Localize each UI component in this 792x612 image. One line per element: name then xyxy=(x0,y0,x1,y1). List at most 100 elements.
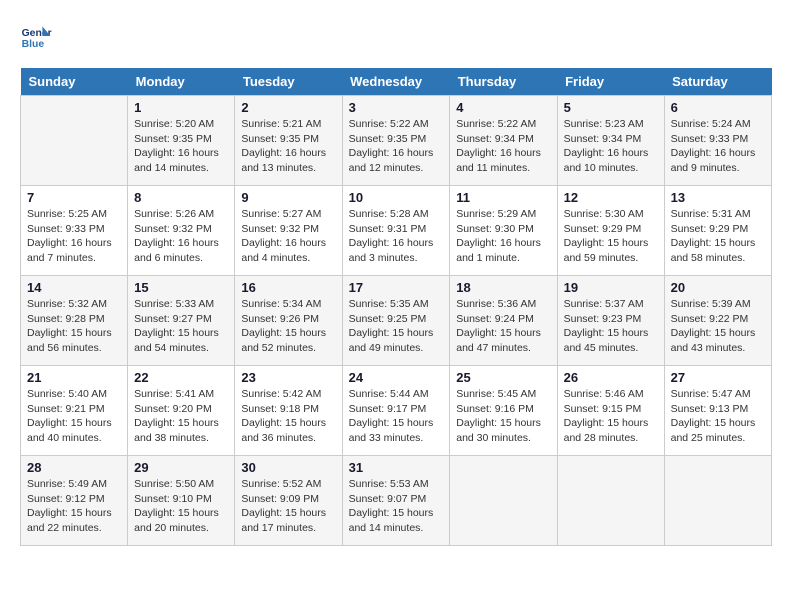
day-number: 27 xyxy=(671,370,765,385)
day-info: Sunrise: 5:22 AM Sunset: 9:35 PM Dayligh… xyxy=(349,117,444,176)
day-number: 22 xyxy=(134,370,228,385)
calendar-cell: 7Sunrise: 5:25 AM Sunset: 9:33 PM Daylig… xyxy=(21,186,128,276)
calendar-cell: 9 Sunrise: 5:27 AM Sunset: 9:32 PM Daylig… xyxy=(235,186,342,276)
day-info: Sunrise: 5:45 AM Sunset: 9:16 PM Dayligh… xyxy=(456,387,550,446)
calendar-week-row: 28Sunrise: 5:49 AM Sunset: 9:12 PM Dayli… xyxy=(21,456,772,546)
day-info: Sunrise: 5:23 AM Sunset: 9:34 PM Dayligh… xyxy=(564,117,658,176)
calendar-cell: 5 Sunrise: 5:23 AM Sunset: 9:34 PM Daylig… xyxy=(557,96,664,186)
calendar-cell: 22Sunrise: 5:41 AM Sunset: 9:20 PM Dayli… xyxy=(128,366,235,456)
day-number: 28 xyxy=(27,460,121,475)
day-info: Sunrise: 5:34 AM Sunset: 9:26 PM Dayligh… xyxy=(241,297,335,356)
calendar-cell: 11 Sunrise: 5:29 AM Sunset: 9:30 PM Dayli… xyxy=(450,186,557,276)
day-number: 2 xyxy=(241,100,335,115)
day-number: 25 xyxy=(456,370,550,385)
calendar-cell: 21 Sunrise: 5:40 AM Sunset: 9:21 PM Dayli… xyxy=(21,366,128,456)
calendar-week-row: 7Sunrise: 5:25 AM Sunset: 9:33 PM Daylig… xyxy=(21,186,772,276)
day-number: 24 xyxy=(349,370,444,385)
calendar-cell xyxy=(557,456,664,546)
day-info: Sunrise: 5:46 AM Sunset: 9:15 PM Dayligh… xyxy=(564,387,658,446)
day-info: Sunrise: 5:42 AM Sunset: 9:18 PM Dayligh… xyxy=(241,387,335,446)
calendar-cell: 30 Sunrise: 5:52 AM Sunset: 9:09 PM Dayli… xyxy=(235,456,342,546)
day-number: 19 xyxy=(564,280,658,295)
day-info: Sunrise: 5:32 AM Sunset: 9:28 PM Dayligh… xyxy=(27,297,121,356)
day-number: 13 xyxy=(671,190,765,205)
svg-text:Blue: Blue xyxy=(22,39,45,50)
calendar-cell: 20 Sunrise: 5:39 AM Sunset: 9:22 PM Dayli… xyxy=(664,276,771,366)
calendar-cell: 17 Sunrise: 5:35 AM Sunset: 9:25 PM Dayli… xyxy=(342,276,450,366)
day-number: 6 xyxy=(671,100,765,115)
day-number: 1 xyxy=(134,100,228,115)
weekday-header-saturday: Saturday xyxy=(664,68,771,96)
day-info: Sunrise: 5:33 AM Sunset: 9:27 PM Dayligh… xyxy=(134,297,228,356)
day-info: Sunrise: 5:29 AM Sunset: 9:30 PM Dayligh… xyxy=(456,207,550,266)
day-number: 23 xyxy=(241,370,335,385)
day-info: Sunrise: 5:52 AM Sunset: 9:09 PM Dayligh… xyxy=(241,477,335,536)
weekday-header-thursday: Thursday xyxy=(450,68,557,96)
day-number: 14 xyxy=(27,280,121,295)
calendar-table: SundayMondayTuesdayWednesdayThursdayFrid… xyxy=(20,68,772,546)
page-header: General Blue xyxy=(20,20,772,52)
calendar-cell: 1 Sunrise: 5:20 AM Sunset: 9:35 PM Daylig… xyxy=(128,96,235,186)
day-info: Sunrise: 5:44 AM Sunset: 9:17 PM Dayligh… xyxy=(349,387,444,446)
calendar-cell: 29Sunrise: 5:50 AM Sunset: 9:10 PM Dayli… xyxy=(128,456,235,546)
day-info: Sunrise: 5:35 AM Sunset: 9:25 PM Dayligh… xyxy=(349,297,444,356)
day-number: 17 xyxy=(349,280,444,295)
calendar-cell: 18 Sunrise: 5:36 AM Sunset: 9:24 PM Dayli… xyxy=(450,276,557,366)
day-info: Sunrise: 5:21 AM Sunset: 9:35 PM Dayligh… xyxy=(241,117,335,176)
day-number: 3 xyxy=(349,100,444,115)
day-info: Sunrise: 5:40 AM Sunset: 9:21 PM Dayligh… xyxy=(27,387,121,446)
weekday-header-monday: Monday xyxy=(128,68,235,96)
day-info: Sunrise: 5:22 AM Sunset: 9:34 PM Dayligh… xyxy=(456,117,550,176)
calendar-cell: 12Sunrise: 5:30 AM Sunset: 9:29 PM Dayli… xyxy=(557,186,664,276)
calendar-header: SundayMondayTuesdayWednesdayThursdayFrid… xyxy=(21,68,772,96)
calendar-week-row: 14 Sunrise: 5:32 AM Sunset: 9:28 PM Dayli… xyxy=(21,276,772,366)
day-info: Sunrise: 5:24 AM Sunset: 9:33 PM Dayligh… xyxy=(671,117,765,176)
day-number: 20 xyxy=(671,280,765,295)
day-number: 21 xyxy=(27,370,121,385)
calendar-cell: 15 Sunrise: 5:33 AM Sunset: 9:27 PM Dayli… xyxy=(128,276,235,366)
calendar-cell: 10Sunrise: 5:28 AM Sunset: 9:31 PM Dayli… xyxy=(342,186,450,276)
weekday-header-friday: Friday xyxy=(557,68,664,96)
day-number: 5 xyxy=(564,100,658,115)
weekday-header-wednesday: Wednesday xyxy=(342,68,450,96)
day-number: 4 xyxy=(456,100,550,115)
calendar-cell: 24 Sunrise: 5:44 AM Sunset: 9:17 PM Dayli… xyxy=(342,366,450,456)
calendar-cell xyxy=(450,456,557,546)
day-info: Sunrise: 5:31 AM Sunset: 9:29 PM Dayligh… xyxy=(671,207,765,266)
day-number: 29 xyxy=(134,460,228,475)
calendar-week-row: 21 Sunrise: 5:40 AM Sunset: 9:21 PM Dayli… xyxy=(21,366,772,456)
day-info: Sunrise: 5:47 AM Sunset: 9:13 PM Dayligh… xyxy=(671,387,765,446)
day-info: Sunrise: 5:26 AM Sunset: 9:32 PM Dayligh… xyxy=(134,207,228,266)
calendar-cell: 27 Sunrise: 5:47 AM Sunset: 9:13 PM Dayli… xyxy=(664,366,771,456)
logo-icon: General Blue xyxy=(20,20,52,52)
calendar-cell: 16Sunrise: 5:34 AM Sunset: 9:26 PM Dayli… xyxy=(235,276,342,366)
day-number: 30 xyxy=(241,460,335,475)
day-number: 9 xyxy=(241,190,335,205)
calendar-cell: 23 Sunrise: 5:42 AM Sunset: 9:18 PM Dayli… xyxy=(235,366,342,456)
day-info: Sunrise: 5:20 AM Sunset: 9:35 PM Dayligh… xyxy=(134,117,228,176)
calendar-body: 1 Sunrise: 5:20 AM Sunset: 9:35 PM Daylig… xyxy=(21,96,772,546)
day-number: 11 xyxy=(456,190,550,205)
day-number: 31 xyxy=(349,460,444,475)
day-info: Sunrise: 5:39 AM Sunset: 9:22 PM Dayligh… xyxy=(671,297,765,356)
calendar-cell xyxy=(21,96,128,186)
calendar-week-row: 1 Sunrise: 5:20 AM Sunset: 9:35 PM Daylig… xyxy=(21,96,772,186)
weekday-row: SundayMondayTuesdayWednesdayThursdayFrid… xyxy=(21,68,772,96)
calendar-cell: 25 Sunrise: 5:45 AM Sunset: 9:16 PM Dayli… xyxy=(450,366,557,456)
calendar-cell: 14 Sunrise: 5:32 AM Sunset: 9:28 PM Dayli… xyxy=(21,276,128,366)
day-info: Sunrise: 5:27 AM Sunset: 9:32 PM Dayligh… xyxy=(241,207,335,266)
calendar-cell: 26Sunrise: 5:46 AM Sunset: 9:15 PM Dayli… xyxy=(557,366,664,456)
calendar-cell: 13 Sunrise: 5:31 AM Sunset: 9:29 PM Dayli… xyxy=(664,186,771,276)
calendar-cell: 3 Sunrise: 5:22 AM Sunset: 9:35 PM Daylig… xyxy=(342,96,450,186)
day-info: Sunrise: 5:36 AM Sunset: 9:24 PM Dayligh… xyxy=(456,297,550,356)
calendar-cell: 2 Sunrise: 5:21 AM Sunset: 9:35 PM Daylig… xyxy=(235,96,342,186)
day-number: 15 xyxy=(134,280,228,295)
day-number: 10 xyxy=(349,190,444,205)
weekday-header-tuesday: Tuesday xyxy=(235,68,342,96)
calendar-cell: 4 Sunrise: 5:22 AM Sunset: 9:34 PM Daylig… xyxy=(450,96,557,186)
day-info: Sunrise: 5:37 AM Sunset: 9:23 PM Dayligh… xyxy=(564,297,658,356)
day-info: Sunrise: 5:25 AM Sunset: 9:33 PM Dayligh… xyxy=(27,207,121,266)
calendar-cell: 28Sunrise: 5:49 AM Sunset: 9:12 PM Dayli… xyxy=(21,456,128,546)
day-number: 18 xyxy=(456,280,550,295)
logo: General Blue xyxy=(20,20,56,52)
